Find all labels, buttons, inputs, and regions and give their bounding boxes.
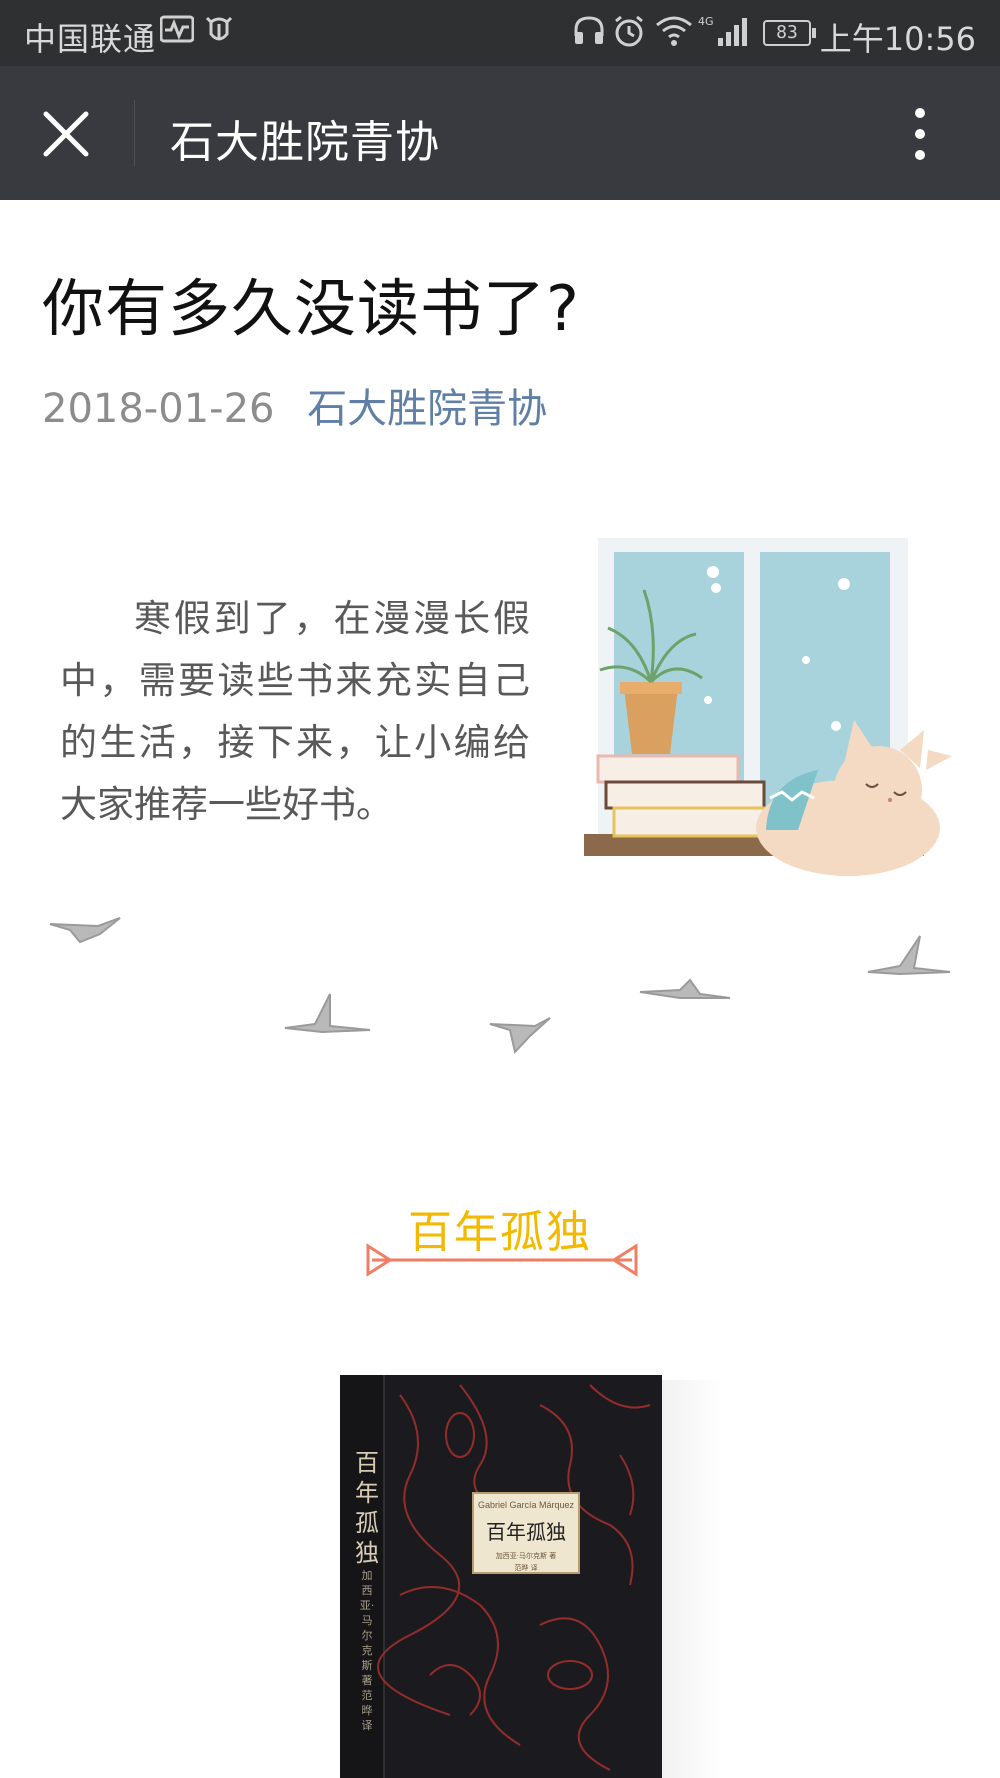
book-spine-title: 百年孤独 (355, 1449, 379, 1567)
article-date: 2018-01-26 (42, 386, 275, 432)
book-label-author: 加西亚·马尔克斯 著 (495, 1552, 557, 1560)
battery-level: 83 (776, 22, 798, 43)
wifi-icon (656, 16, 692, 46)
book-spine-author: 加西亚·马尔克斯 著 范晔 译 (359, 1569, 375, 1732)
alarm-bug-icon (205, 16, 233, 41)
book-author-en: Gabriel García Márquez (477, 1500, 575, 1510)
book-label-title: 百年孤独 (486, 1520, 566, 1544)
svg-text:4G: 4G (698, 15, 714, 28)
cranes-illustration (49, 917, 951, 1055)
intro-paragraph: 寒假到了，在漫漫长假中，需要读些书来充实自己的生活，接下来，让小编给大家推荐一些… (60, 597, 530, 826)
intro-text-block: 寒假到了，在漫漫长假中，需要读些书来充实自己的生活，接下来，让小编给大家推荐一些… (60, 588, 530, 836)
book-shadow (662, 1380, 722, 1778)
4g-signal-icon: 4G (698, 15, 747, 46)
activity-icon (160, 15, 194, 43)
nav-title: 石大胜院青协 (170, 117, 440, 168)
decorative-arrow (366, 1243, 638, 1277)
book-label-translator: 范晔 译 (514, 1564, 538, 1572)
article-author-link[interactable]: 石大胜院青协 (307, 386, 547, 432)
carrier-name: 中国联通 (24, 20, 157, 58)
alarm-clock-icon (615, 15, 643, 47)
more-vertical-icon[interactable] (900, 102, 940, 166)
battery-icon: 83 (763, 20, 816, 46)
window-cat-illustration (584, 538, 952, 876)
article-meta: 2018-01-26 石大胜院青协 (42, 376, 547, 434)
status-bar: 中国联通 4G 83 上午10:56 (0, 0, 1000, 66)
headphones-icon (574, 16, 604, 44)
book-label: Gabriel García Márquez 百年孤独 加西亚·马尔克斯 著 范… (472, 1492, 580, 1574)
article-title: 你有多久没读书了? (42, 272, 580, 345)
nav-bar: 石大胜院青协 (0, 66, 1000, 200)
status-time: 上午10:56 (819, 20, 976, 58)
nav-divider (134, 100, 135, 166)
close-icon[interactable] (38, 106, 94, 162)
book-cover (340, 1375, 662, 1778)
